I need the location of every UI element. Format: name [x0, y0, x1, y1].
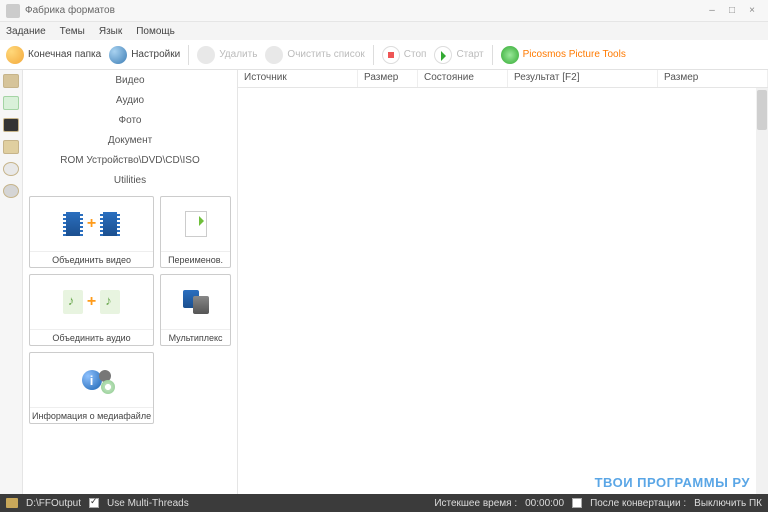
tile-label: Информация о медиафайле: [30, 407, 153, 423]
picosmos-button[interactable]: Picosmos Picture Tools: [501, 46, 626, 64]
utilities-category-icon[interactable]: [3, 184, 19, 198]
category-utilities[interactable]: Utilities: [23, 170, 237, 190]
clear-label: Очистить список: [287, 49, 364, 60]
video-category-icon[interactable]: [3, 74, 19, 88]
utility-tiles: + Объединить видео Переименов. + Объедин…: [23, 190, 237, 430]
separator: [188, 45, 189, 65]
tile-rename[interactable]: Переименов.: [160, 196, 231, 268]
file-list[interactable]: ТВОИ ПРОГРАММЫ РУ: [238, 88, 768, 494]
elapsed-label: Истекшее время :: [434, 498, 517, 509]
clear-icon: [265, 46, 283, 64]
status-bar: D:\FFOutput Use Multi-Threads Истекшее в…: [0, 494, 768, 512]
watermark: ТВОИ ПРОГРАММЫ РУ: [595, 475, 750, 490]
play-icon: [434, 46, 452, 64]
folder-icon[interactable]: [6, 498, 18, 508]
photo-category-icon[interactable]: [3, 118, 19, 132]
mux-icon: [183, 290, 209, 314]
output-path[interactable]: D:\FFOutput: [26, 498, 81, 509]
tile-join-video[interactable]: + Объединить видео: [29, 196, 154, 268]
tile-mux[interactable]: Мультиплекс: [160, 274, 231, 346]
clear-button[interactable]: Очистить список: [265, 46, 364, 64]
col-result[interactable]: Результат [F2]: [508, 70, 658, 87]
category-audio[interactable]: Аудио: [23, 90, 237, 110]
stop-button[interactable]: Стоп: [382, 46, 427, 64]
start-label: Старт: [456, 49, 483, 60]
menu-themes[interactable]: Темы: [60, 26, 85, 37]
stop-label: Стоп: [404, 49, 427, 60]
delete-button[interactable]: Удалить: [197, 46, 257, 64]
side-panel: Видео Аудио Фото Документ ROM Устройство…: [23, 70, 238, 494]
separator: [373, 45, 374, 65]
column-headers: Источник Размер Состояние Результат [F2]…: [238, 70, 768, 88]
col-state[interactable]: Состояние: [418, 70, 508, 87]
delete-icon: [197, 46, 215, 64]
separator: [492, 45, 493, 65]
document-arrow-icon: [185, 211, 207, 237]
after-conversion-label: После конвертации :: [590, 498, 686, 509]
main-panel: Источник Размер Состояние Результат [F2]…: [238, 70, 768, 494]
folder-icon: [6, 46, 24, 64]
category-document[interactable]: Документ: [23, 130, 237, 150]
dest-folder-label: Конечная папка: [28, 49, 101, 60]
info-icon: i: [77, 368, 107, 392]
window-title: Фабрика форматов: [25, 5, 115, 16]
film-icon: [63, 212, 83, 236]
audio-category-icon[interactable]: [3, 96, 19, 110]
menu-language[interactable]: Язык: [99, 26, 122, 37]
tile-label: Переименов.: [161, 251, 230, 267]
minimize-button[interactable]: –: [702, 4, 722, 18]
col-size[interactable]: Размер: [358, 70, 418, 87]
gear-icon: [109, 46, 127, 64]
dest-folder-button[interactable]: Конечная папка: [6, 46, 101, 64]
category-rom[interactable]: ROM Устройство\DVD\CD\ISO: [23, 150, 237, 170]
menu-help[interactable]: Помощь: [136, 26, 175, 37]
col-size2[interactable]: Размер: [658, 70, 768, 87]
scrollbar-thumb[interactable]: [757, 90, 767, 130]
multithreads-checkbox[interactable]: [89, 498, 99, 508]
category-video[interactable]: Видео: [23, 70, 237, 90]
app-icon: [6, 4, 20, 18]
maximize-button[interactable]: □: [722, 4, 742, 18]
plus-icon: +: [87, 215, 96, 233]
picosmos-label: Picosmos Picture Tools: [523, 49, 626, 60]
close-button[interactable]: ×: [742, 4, 762, 18]
tile-label: Объединить видео: [30, 251, 153, 267]
toolbar: Конечная папка Настройки Удалить Очистит…: [0, 40, 768, 70]
document-category-icon[interactable]: [3, 140, 19, 154]
category-list: Видео Аудио Фото Документ ROM Устройство…: [23, 70, 237, 190]
multithreads-label[interactable]: Use Multi-Threads: [107, 498, 189, 509]
film-icon: [100, 212, 120, 236]
note-icon: [63, 290, 83, 314]
settings-label: Настройки: [131, 49, 180, 60]
note-icon: [100, 290, 120, 314]
title-bar: Фабрика форматов – □ ×: [0, 0, 768, 22]
picture-icon: [501, 46, 519, 64]
after-conversion-value[interactable]: Выключить ПК: [694, 498, 762, 509]
category-photo[interactable]: Фото: [23, 110, 237, 130]
after-conversion-checkbox[interactable]: [572, 498, 582, 508]
tile-label: Объединить аудио: [30, 329, 153, 345]
menu-task[interactable]: Задание: [6, 26, 46, 37]
rom-category-icon[interactable]: [3, 162, 19, 176]
tile-mediainfo[interactable]: i Информация о медиафайле: [29, 352, 154, 424]
scrollbar[interactable]: [756, 88, 768, 494]
col-source[interactable]: Источник: [238, 70, 358, 87]
tile-label: Мультиплекс: [161, 329, 230, 345]
start-button[interactable]: Старт: [434, 46, 483, 64]
settings-button[interactable]: Настройки: [109, 46, 180, 64]
plus-icon: +: [87, 293, 96, 311]
stop-icon: [382, 46, 400, 64]
delete-label: Удалить: [219, 49, 257, 60]
elapsed-value: 00:00:00: [525, 498, 564, 509]
category-icon-strip: [0, 70, 23, 494]
menu-bar: Задание Темы Язык Помощь: [0, 22, 768, 40]
tile-join-audio[interactable]: + Объединить аудио: [29, 274, 154, 346]
